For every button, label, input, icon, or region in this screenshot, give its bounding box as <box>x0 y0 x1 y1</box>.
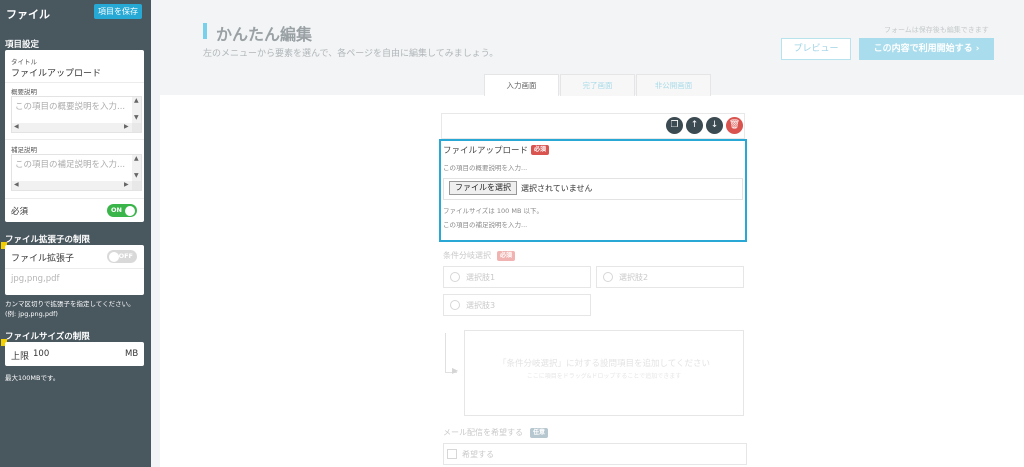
sidebar-header: ファイル 項目を保存 <box>0 0 151 26</box>
scroll-right-icon[interactable]: ▶ <box>124 124 129 130</box>
title-field-input[interactable]: ファイルアップロード <box>11 66 101 79</box>
size-limit-label: 上限 <box>11 352 30 362</box>
toggle-knob <box>125 205 135 216</box>
size-unit: MB <box>125 349 139 359</box>
page-subtitle: 左のメニューから要素を選んで、各ページを自由に編集してみましょう。 <box>203 49 499 59</box>
preview-button[interactable]: プレビュー <box>781 38 851 60</box>
trash-icon[interactable]: 🗑 <box>726 117 743 134</box>
scroll-left-icon[interactable]: ◀ <box>14 124 19 130</box>
required-toggle-label: ON <box>111 206 122 214</box>
required-label: 必須 <box>11 207 29 217</box>
divider <box>5 139 144 140</box>
checkbox-icon[interactable] <box>447 449 457 459</box>
size-limit-input[interactable]: 100 <box>33 349 49 359</box>
extension-example: (例: jpg,png,pdf) <box>5 310 58 318</box>
extension-card: ファイル拡張子 OFF jpg,png,pdf <box>5 245 144 295</box>
supplement-textarea[interactable]: この項目の補足説明を入力... ▲ ▼ ◀ ▶ <box>11 154 142 191</box>
extension-label: ファイル拡張子 <box>11 254 75 264</box>
option-label: 選択肢2 <box>619 273 649 282</box>
sidebar-title: ファイル <box>6 8 50 21</box>
file-supplement-placeholder: この項目の補足説明を入力... <box>443 221 528 229</box>
arrow-down-icon[interactable]: ↓ <box>706 117 723 134</box>
save-item-button[interactable]: 項目を保存 <box>94 4 142 19</box>
choose-file-button[interactable]: ファイルを選択 <box>449 181 517 195</box>
extension-toggle[interactable]: OFF <box>107 250 137 263</box>
section-item-settings: 項目設定 <box>5 40 40 50</box>
size-note: 最大100MBです。 <box>5 374 60 382</box>
drop-zone-hint: ここに項目をドラッグ&ドロップすることで追加できます <box>526 373 682 380</box>
scroll-down-icon[interactable]: ▼ <box>134 173 139 179</box>
page-title: かんたん編集 <box>216 25 313 44</box>
divider <box>5 268 144 269</box>
tab-complete-screen[interactable]: 完了画面 <box>560 74 635 96</box>
save-note: フォームは保存後も編集できます <box>884 26 989 34</box>
file-field-label: ファイルアップロード <box>443 146 529 156</box>
resize-grip-icon[interactable] <box>132 123 141 132</box>
radio-icon[interactable] <box>603 272 613 282</box>
section-file-extension: ファイル拡張子の制限 <box>5 235 91 245</box>
vertical-scrollbar[interactable]: ▲ ▼ <box>132 97 141 123</box>
mail-option-label: 希望する <box>462 450 494 459</box>
option-label: 選択肢1 <box>466 273 496 282</box>
condition-option[interactable]: 選択肢1 <box>443 266 591 288</box>
summary-field-label: 概要説明 <box>11 88 37 96</box>
scroll-up-icon[interactable]: ▲ <box>134 156 139 162</box>
scroll-right-icon[interactable]: ▶ <box>124 182 129 188</box>
condition-field-label: 条件分岐選択 <box>443 251 491 260</box>
start-using-button[interactable]: この内容で利用開始する › <box>859 38 994 60</box>
tab-private-screen[interactable]: 非公開画面 <box>636 74 711 96</box>
scroll-up-icon[interactable]: ▲ <box>134 98 139 104</box>
summary-placeholder: この項目の概要説明を入力... <box>15 102 125 112</box>
scroll-left-icon[interactable]: ◀ <box>14 182 19 188</box>
size-card: 上限 100 MB <box>5 342 144 366</box>
radio-icon[interactable] <box>450 272 460 282</box>
title-accent-bar <box>203 23 207 39</box>
supplement-field-label: 補足説明 <box>11 146 37 154</box>
tab-input-screen[interactable]: 入力画面 <box>484 74 559 96</box>
vertical-scrollbar[interactable]: ▲ ▼ <box>132 155 141 181</box>
extension-note: カンマ区切りで拡張子を指定してください。 <box>5 300 135 308</box>
resize-grip-icon[interactable] <box>132 181 141 190</box>
optional-badge: 任意 <box>530 428 549 438</box>
condition-option[interactable]: 選択肢3 <box>443 294 591 316</box>
required-badge: 必須 <box>497 251 516 261</box>
file-size-note: ファイルサイズは 100 MB 以下。 <box>443 207 543 215</box>
scroll-down-icon[interactable]: ▼ <box>134 115 139 121</box>
required-toggle[interactable]: ON <box>107 204 137 217</box>
required-badge: 必須 <box>531 145 550 155</box>
toggle-knob <box>109 251 119 262</box>
supplement-placeholder: この項目の補足説明を入力... <box>15 160 125 170</box>
title-field-label: タイトル <box>11 58 37 66</box>
sidebar: ファイル 項目を保存 項目設定 タイトル ファイルアップロード 概要説明 この項… <box>0 0 151 467</box>
option-label: 選択肢3 <box>466 301 496 310</box>
mail-field-label: メール配信を希望する <box>443 428 523 437</box>
item-settings-card: タイトル ファイルアップロード 概要説明 この項目の概要説明を入力... ▲ ▼… <box>5 50 144 222</box>
arrow-up-icon[interactable]: ↑ <box>686 117 703 134</box>
condition-option[interactable]: 選択肢2 <box>596 266 744 288</box>
horizontal-scrollbar[interactable]: ◀ ▶ <box>12 181 134 190</box>
divider <box>5 82 144 83</box>
drop-zone-message: 「条件分岐選択」に対する設問項目を追加してください <box>498 359 710 369</box>
radio-icon[interactable] <box>450 300 460 310</box>
no-file-text: 選択されていません <box>521 184 593 193</box>
extension-toggle-label: OFF <box>118 252 133 260</box>
divider <box>5 198 144 199</box>
file-summary-placeholder: この項目の概要説明を入力... <box>443 164 528 172</box>
extension-input[interactable]: jpg,png,pdf <box>11 274 60 284</box>
branch-arrow-icon: ▶ <box>452 366 459 375</box>
horizontal-scrollbar[interactable]: ◀ ▶ <box>12 123 134 132</box>
copy-icon[interactable]: ❐ <box>666 117 683 134</box>
summary-textarea[interactable]: この項目の概要説明を入力... ▲ ▼ ◀ ▶ <box>11 96 142 133</box>
section-file-size: ファイルサイズの制限 <box>5 332 90 342</box>
